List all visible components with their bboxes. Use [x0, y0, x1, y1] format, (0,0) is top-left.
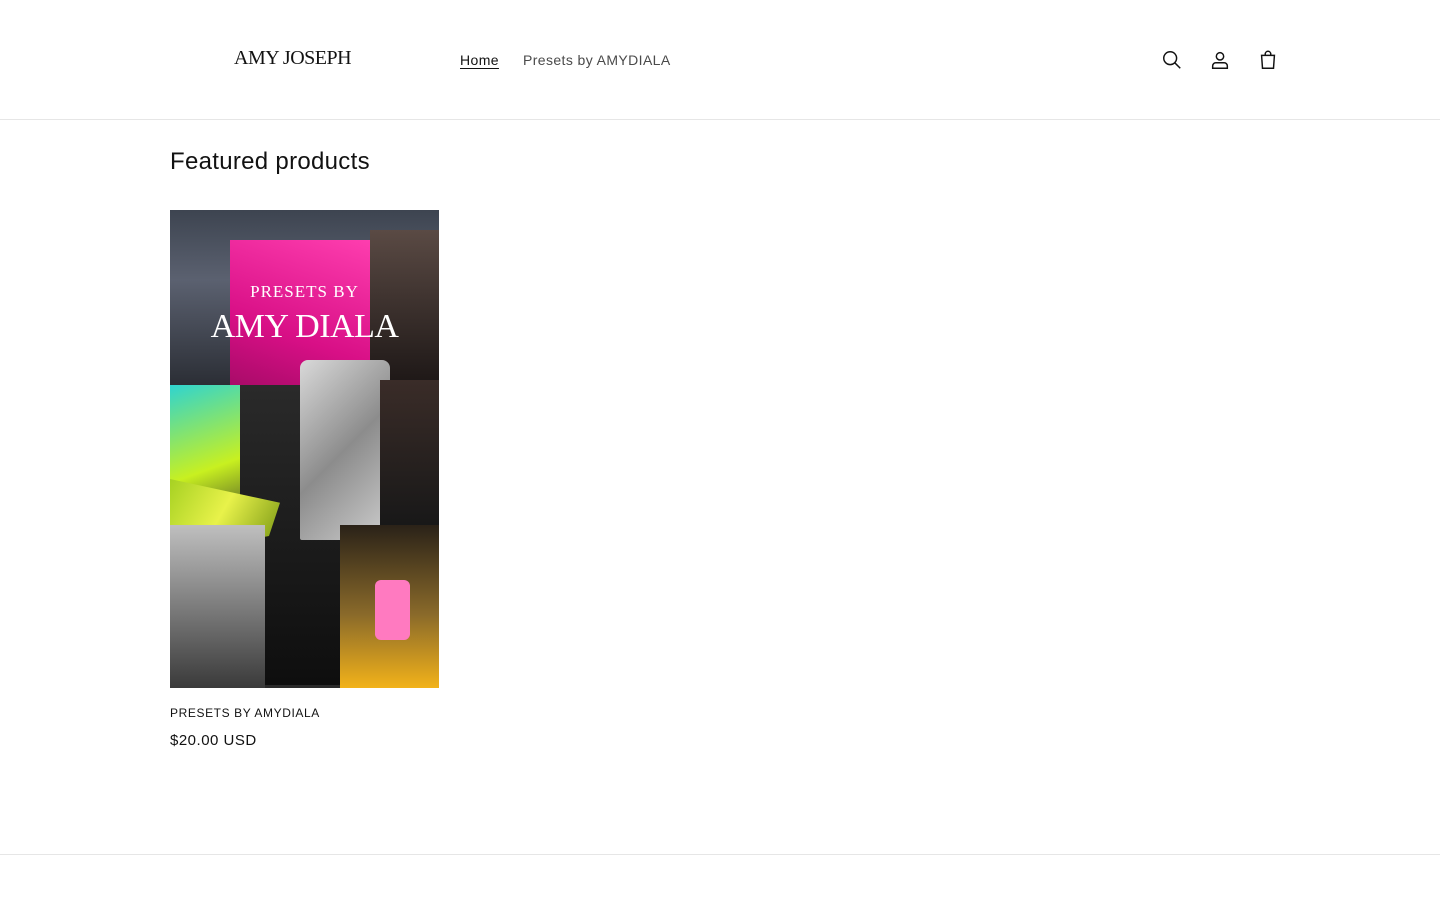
image-title-large: AMY DIALA	[210, 308, 399, 345]
collage-tile-bw-portrait	[170, 525, 265, 688]
collage-tile-red-bag	[380, 380, 439, 525]
search-icon	[1163, 51, 1181, 69]
section-title: Featured products	[170, 148, 370, 175]
product-image[interactable]: PRESETS BY AMY DIALA	[170, 210, 439, 688]
nav-link-home[interactable]: Home	[460, 51, 499, 69]
nav-link-presets[interactable]: Presets by AMYDIALA	[523, 51, 671, 69]
collage-tile-pink-outfit	[375, 580, 410, 640]
header-icons	[1150, 38, 1290, 82]
search-button[interactable]	[1150, 38, 1194, 82]
product-price: $20.00 USD	[170, 732, 257, 749]
cart-button[interactable]	[1246, 38, 1290, 82]
account-button[interactable]	[1198, 38, 1242, 82]
product-name[interactable]: PRESETS BY AMYDIALA	[170, 706, 439, 720]
collage-tile-bag	[300, 360, 390, 540]
account-icon	[1211, 51, 1229, 69]
footer-divider	[0, 854, 1440, 855]
product-card[interactable]: PRESETS BY AMY DIALA PRESETS BY AMYDIALA…	[170, 210, 439, 749]
site-header: AMY JOSEPH Home Presets by AMYDIALA	[0, 0, 1440, 120]
cart-icon	[1260, 50, 1276, 69]
main-nav: Home Presets by AMYDIALA	[460, 51, 671, 69]
image-title-small: PRESETS BY	[250, 282, 359, 301]
store-logo[interactable]: AMY JOSEPH	[234, 47, 352, 70]
